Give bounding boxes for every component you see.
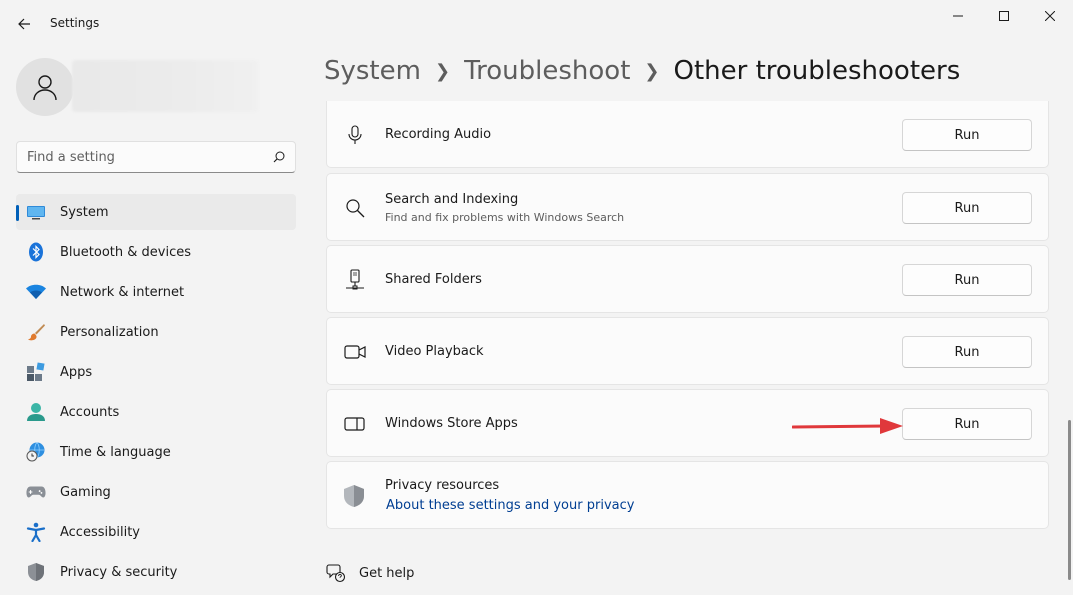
globe-clock-icon — [26, 442, 46, 462]
search-icon — [273, 151, 285, 163]
troubleshooter-shared-folders: Shared Folders Run — [326, 245, 1049, 313]
sidebar-item-privacy-security[interactable]: Privacy & security — [16, 554, 296, 590]
sidebar-item-network[interactable]: Network & internet — [16, 274, 296, 310]
breadcrumb-system[interactable]: System — [324, 56, 421, 86]
get-help-label: Get help — [359, 565, 415, 581]
run-shared-folders-button[interactable]: Run — [902, 264, 1032, 296]
microphone-icon — [344, 124, 366, 146]
sidebar-item-label: Bluetooth & devices — [60, 244, 191, 260]
accessibility-icon — [26, 522, 46, 542]
help-chat-icon — [326, 563, 346, 583]
brush-icon — [26, 322, 46, 342]
sidebar-item-time-language[interactable]: Time & language — [16, 434, 296, 470]
troubleshooter-title: Video Playback — [385, 344, 484, 359]
sidebar-item-gaming[interactable]: Gaming — [16, 474, 296, 510]
avatar[interactable] — [16, 58, 74, 116]
run-video-playback-button[interactable]: Run — [902, 336, 1032, 368]
wifi-icon — [26, 282, 46, 302]
close-icon — [1045, 11, 1055, 21]
sidebar-item-apps[interactable]: Apps — [16, 354, 296, 390]
sidebar-item-label: Accounts — [60, 404, 120, 420]
minimize-icon — [953, 15, 963, 17]
window-title: Settings — [50, 16, 100, 30]
monitor-icon — [26, 202, 46, 222]
sidebar-item-label: System — [60, 204, 109, 220]
back-arrow-icon — [18, 18, 30, 30]
network-folder-icon — [344, 269, 366, 291]
troubleshooter-title: Shared Folders — [385, 272, 482, 287]
sidebar-item-system[interactable]: System — [16, 194, 296, 230]
troubleshooter-recording-audio: Recording Audio Run — [326, 101, 1049, 168]
store-app-icon — [344, 413, 366, 435]
search-icon — [344, 197, 366, 219]
minimize-button[interactable] — [935, 0, 981, 32]
troubleshooter-title: Recording Audio — [385, 127, 492, 142]
person-icon — [33, 75, 57, 101]
apps-icon — [26, 362, 46, 382]
sidebar-item-label: Accessibility — [60, 524, 140, 540]
search-input[interactable] — [27, 149, 273, 165]
sidebar-item-label: Network & internet — [60, 284, 185, 300]
title-bar: Settings — [0, 0, 1073, 48]
privacy-resources-card: Privacy resources About these settings a… — [326, 461, 1049, 529]
profile-name-redacted — [72, 60, 258, 112]
troubleshooter-video-playback: Video Playback Run — [326, 317, 1049, 385]
troubleshooter-search-indexing: Search and Indexing Find and fix problem… — [326, 173, 1049, 241]
video-camera-icon — [344, 341, 366, 363]
scrollbar[interactable] — [1068, 420, 1071, 580]
bluetooth-icon — [26, 242, 46, 262]
annotation-arrow-icon — [792, 418, 903, 434]
chevron-right-icon: ❯ — [644, 60, 660, 82]
sidebar-item-label: Apps — [60, 364, 93, 380]
sidebar-item-label: Time & language — [60, 444, 171, 460]
troubleshooter-title: Search and Indexing — [385, 192, 519, 207]
gamepad-icon — [26, 482, 46, 502]
maximize-button[interactable] — [981, 0, 1027, 32]
shield-icon — [343, 485, 365, 507]
privacy-link[interactable]: About these settings and your privacy — [386, 498, 634, 513]
run-recording-audio-button[interactable]: Run — [902, 119, 1032, 151]
chevron-right-icon: ❯ — [434, 60, 451, 82]
sidebar-item-bluetooth[interactable]: Bluetooth & devices — [16, 234, 296, 270]
troubleshooter-windows-store-apps: Windows Store Apps Run — [326, 389, 1049, 457]
sidebar-item-personalization[interactable]: Personalization — [16, 314, 296, 350]
search-box[interactable] — [16, 141, 296, 173]
privacy-title: Privacy resources — [385, 478, 500, 493]
troubleshooter-description: Find and fix problems with Windows Searc… — [385, 211, 625, 224]
maximize-icon — [999, 11, 1009, 21]
breadcrumb-troubleshoot[interactable]: Troubleshoot — [464, 56, 630, 86]
get-help-link[interactable]: Get help — [326, 563, 414, 583]
run-search-indexing-button[interactable]: Run — [902, 192, 1032, 224]
breadcrumb: System ❯ Troubleshoot ❯ Other troublesho… — [324, 56, 960, 86]
shield-icon — [26, 562, 46, 582]
sidebar-item-accounts[interactable]: Accounts — [16, 394, 296, 430]
close-button[interactable] — [1027, 0, 1073, 32]
back-button[interactable] — [10, 10, 38, 38]
sidebar-item-accessibility[interactable]: Accessibility — [16, 514, 296, 550]
page-title: Other troubleshooters — [673, 56, 961, 86]
sidebar-item-label: Personalization — [60, 324, 159, 340]
sidebar-item-label: Gaming — [60, 484, 111, 500]
run-windows-store-apps-button[interactable]: Run — [902, 408, 1032, 440]
sidebar-item-label: Privacy & security — [60, 564, 178, 580]
sidebar-nav: System Bluetooth & devices Network & int… — [16, 194, 296, 594]
troubleshooter-title: Windows Store Apps — [385, 416, 518, 431]
person-icon — [26, 402, 46, 422]
